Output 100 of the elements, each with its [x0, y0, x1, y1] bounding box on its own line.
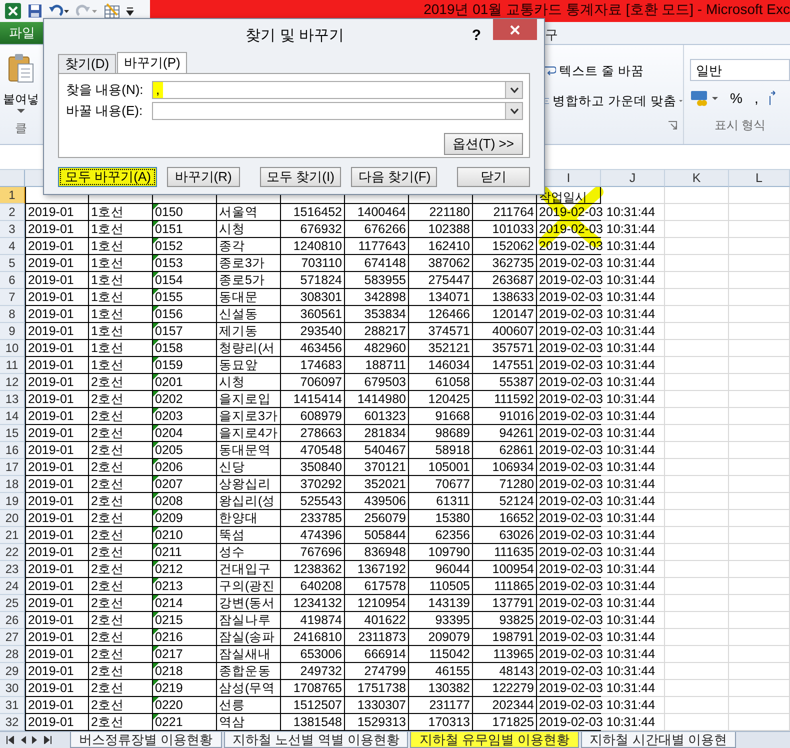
options-button[interactable]: 옵션(T) >>: [444, 133, 523, 155]
replace-field[interactable]: [152, 102, 523, 120]
row-header[interactable]: 28: [0, 646, 25, 663]
decimal-icon[interactable]: [768, 90, 776, 106]
column-header[interactable]: J: [601, 170, 665, 187]
number-format-field[interactable]: 일반: [690, 59, 790, 81]
paste-label[interactable]: 붙여넣: [3, 91, 39, 108]
comma-button[interactable]: ,: [752, 90, 760, 106]
sheet-tab[interactable]: 지하철 시간대별 이용현: [580, 732, 736, 748]
row-header[interactable]: 20: [0, 510, 25, 527]
row-header[interactable]: 32: [0, 714, 25, 731]
table-cell: 2019-02-03 10:31:44: [537, 680, 665, 697]
table-cell: 2호선: [89, 459, 153, 476]
row-header[interactable]: 1: [0, 187, 25, 204]
table-cell: 0212: [153, 561, 217, 578]
close-icon[interactable]: [510, 24, 520, 34]
dialog-button[interactable]: 다음 찾기(F): [351, 167, 438, 187]
paste-icon[interactable]: [8, 53, 34, 83]
sheet-tab[interactable]: 버스정류장별 이용현황: [70, 732, 222, 748]
row-header[interactable]: 29: [0, 663, 25, 680]
table-cell: 잠실새내: [217, 646, 281, 663]
table-cell: 동대문: [217, 289, 281, 306]
percent-button[interactable]: %: [728, 90, 744, 106]
help-button[interactable]: ?: [472, 27, 481, 44]
table-cell: 종로3가: [217, 255, 281, 272]
dialog-tab[interactable]: 찾기(D): [58, 54, 116, 73]
dropdown-icon[interactable]: [505, 82, 522, 98]
row-header[interactable]: 5: [0, 255, 25, 272]
wrap-text-icon[interactable]: [544, 64, 556, 78]
table-cell: 0152: [153, 238, 217, 255]
row-header[interactable]: 17: [0, 459, 25, 476]
row-header[interactable]: 22: [0, 544, 25, 561]
row-header[interactable]: 19: [0, 493, 25, 510]
table-cell: 2019-01: [25, 697, 89, 714]
first-sheet-icon[interactable]: [6, 736, 14, 744]
dialog-button[interactable]: 바꾸기(R): [167, 167, 240, 187]
table-cell: 46155: [409, 663, 473, 680]
wrap-text-button[interactable]: 텍스트 줄 바꿈: [544, 61, 683, 81]
table-cell: 2호선: [89, 697, 153, 714]
row-header[interactable]: 24: [0, 578, 25, 595]
row-header[interactable]: 27: [0, 629, 25, 646]
next-sheet-icon[interactable]: [32, 736, 38, 744]
row-header[interactable]: 6: [0, 272, 25, 289]
table-cell: 1415414: [281, 391, 345, 408]
row-header[interactable]: 2: [0, 204, 25, 221]
sheet-tab[interactable]: 지하철 유무임별 이용현황: [410, 732, 579, 748]
table-cell: 1234132: [281, 595, 345, 612]
customize-icon[interactable]: [126, 5, 134, 17]
row-header[interactable]: 14: [0, 408, 25, 425]
row-header[interactable]: 9: [0, 323, 25, 340]
spreadsheet-icon[interactable]: [104, 3, 120, 19]
currency-icon[interactable]: [690, 89, 720, 107]
undo-icon[interactable]: [48, 4, 70, 18]
ribbon-tab[interactable]: 구: [543, 22, 560, 44]
column-header[interactable]: L: [729, 170, 790, 187]
row-header[interactable]: 25: [0, 595, 25, 612]
caret-icon[interactable]: [679, 98, 683, 104]
excel-icon[interactable]: [4, 2, 22, 20]
table-cell: 0156: [153, 306, 217, 323]
empty-cell: [729, 561, 790, 578]
dialog-button[interactable]: 닫기: [457, 167, 530, 187]
empty-cell: [729, 527, 790, 544]
row-header[interactable]: 13: [0, 391, 25, 408]
find-field[interactable]: ,: [152, 81, 523, 99]
table-cell: 2019-01: [25, 459, 89, 476]
save-icon[interactable]: [28, 4, 42, 18]
close-button[interactable]: [493, 19, 537, 40]
table-cell: 676932: [281, 221, 345, 238]
row-header[interactable]: 21: [0, 527, 25, 544]
row-header[interactable]: 8: [0, 306, 25, 323]
table-cell: 608979: [281, 408, 345, 425]
row-header[interactable]: 23: [0, 561, 25, 578]
table-cell: 288217: [345, 323, 409, 340]
dialog-launcher-icon[interactable]: [668, 121, 677, 130]
table-cell: 2호선: [89, 476, 153, 493]
row-header[interactable]: 10: [0, 340, 25, 357]
dialog-tab[interactable]: 바꾸기(P): [117, 52, 188, 73]
row-header[interactable]: 7: [0, 289, 25, 306]
dialog-button[interactable]: 모두 바꾸기(A): [58, 167, 157, 187]
empty-cell: [729, 697, 790, 714]
row-header[interactable]: 12: [0, 374, 25, 391]
table-cell: 640208: [281, 578, 345, 595]
row-header[interactable]: 4: [0, 238, 25, 255]
caret-icon[interactable]: [17, 108, 25, 114]
table-cell: 0214: [153, 595, 217, 612]
file-tab[interactable]: 파일: [0, 22, 44, 44]
sheet-tab[interactable]: 지하철 노선별 역별 이용현황: [224, 732, 408, 748]
column-header[interactable]: K: [665, 170, 729, 187]
previous-sheet-icon[interactable]: [20, 736, 26, 744]
row-header[interactable]: 3: [0, 221, 25, 238]
dialog-button[interactable]: 모두 찾기(I): [260, 167, 342, 187]
dropdown-icon[interactable]: [505, 103, 522, 119]
last-sheet-icon[interactable]: [44, 736, 52, 744]
row-header[interactable]: 11: [0, 357, 25, 374]
row-header[interactable]: 26: [0, 612, 25, 629]
row-header[interactable]: 15: [0, 425, 25, 442]
row-header[interactable]: 31: [0, 697, 25, 714]
row-header[interactable]: 30: [0, 680, 25, 697]
row-header[interactable]: 18: [0, 476, 25, 493]
row-header[interactable]: 16: [0, 442, 25, 459]
